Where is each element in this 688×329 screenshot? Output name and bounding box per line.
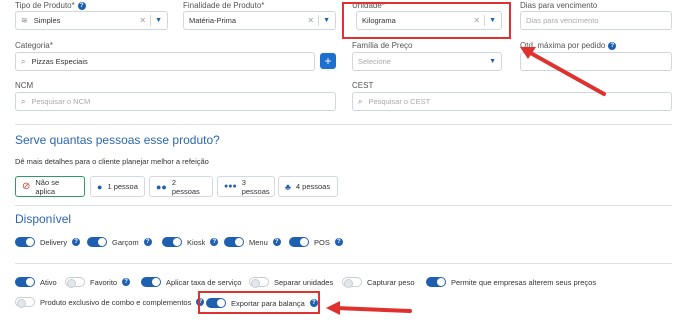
annotation-arrows bbox=[326, 47, 606, 315]
arrow-to-exportar bbox=[326, 301, 412, 315]
arrow-to-unidade bbox=[520, 47, 606, 96]
